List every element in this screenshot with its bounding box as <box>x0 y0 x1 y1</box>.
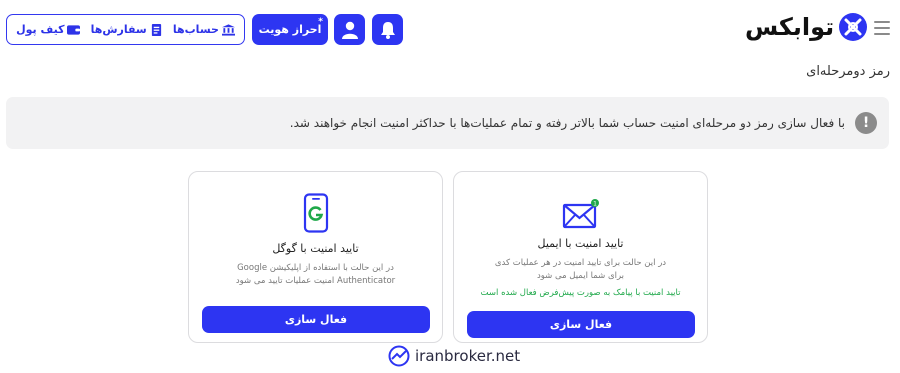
nav-orders-label: سفارش‌ها <box>90 23 147 36</box>
brand-logo[interactable]: توابکس <box>745 12 868 42</box>
watermark: iranbroker.net <box>388 345 520 367</box>
chart-logo-icon <box>388 345 410 367</box>
email-icon: 1 <box>562 199 599 229</box>
kyc-badge: * <box>318 17 323 27</box>
nav-accounts[interactable]: حساب‌ها <box>173 23 235 36</box>
alert-text: با فعال سازی رمز دو مرحله‌ای امنیت حساب … <box>289 116 845 130</box>
email-2fa-card: 1 تایید امنیت با ایمیل در این حالت برای … <box>453 171 708 343</box>
watermark-text: iranbroker.net <box>415 347 521 365</box>
hamburger-menu-icon[interactable] <box>874 21 890 35</box>
kyc-button[interactable]: احراز هویت * <box>252 14 328 45</box>
phone-google-icon <box>303 193 328 233</box>
email-activate-button[interactable]: فعال سازی <box>467 311 695 338</box>
nav-wallet[interactable]: کیف پول <box>16 23 81 36</box>
main-nav: حساب‌ها سفارش‌ها کیف پول <box>6 14 245 45</box>
bell-icon <box>380 21 395 39</box>
kyc-button-label: احراز هویت <box>258 23 322 36</box>
exclamation-icon: ! <box>855 112 877 134</box>
email-card-note: تایید امنیت با پیامک به صورت پیش‌فرض فعا… <box>480 288 681 298</box>
google-2fa-card: تایید امنیت با گوگل در این حالت با استفا… <box>188 171 443 343</box>
email-card-title: تایید امنیت با ایمیل <box>537 237 624 250</box>
google-card-title: تایید امنیت با گوگل <box>272 242 359 255</box>
page-title: رمز دومرحله‌ای <box>806 64 890 79</box>
info-alert: ! با فعال سازی رمز دو مرحله‌ای امنیت حسا… <box>6 97 889 149</box>
logo-text: توابکس <box>745 13 835 41</box>
wallet-icon <box>67 24 81 35</box>
google-card-desc: در این حالت با استفاده از اپلیکیشن Googl… <box>235 263 396 286</box>
notifications-button[interactable] <box>372 14 403 45</box>
nav-wallet-label: کیف پول <box>16 23 65 36</box>
logo-mark-icon <box>839 13 868 41</box>
user-icon <box>341 21 358 39</box>
google-activate-button[interactable]: فعال سازی <box>202 306 430 333</box>
nav-accounts-label: حساب‌ها <box>172 23 219 36</box>
bank-icon <box>221 23 235 36</box>
receipt-icon <box>151 23 161 36</box>
nav-orders[interactable]: سفارش‌ها <box>91 23 163 36</box>
email-card-desc: در این حالت برای تایید امنیت در هر عملیا… <box>494 258 667 281</box>
profile-button[interactable] <box>334 14 365 45</box>
top-header: حساب‌ها سفارش‌ها کیف پول احراز هویت * تو… <box>0 0 900 58</box>
email-badge: 1 <box>593 201 597 208</box>
